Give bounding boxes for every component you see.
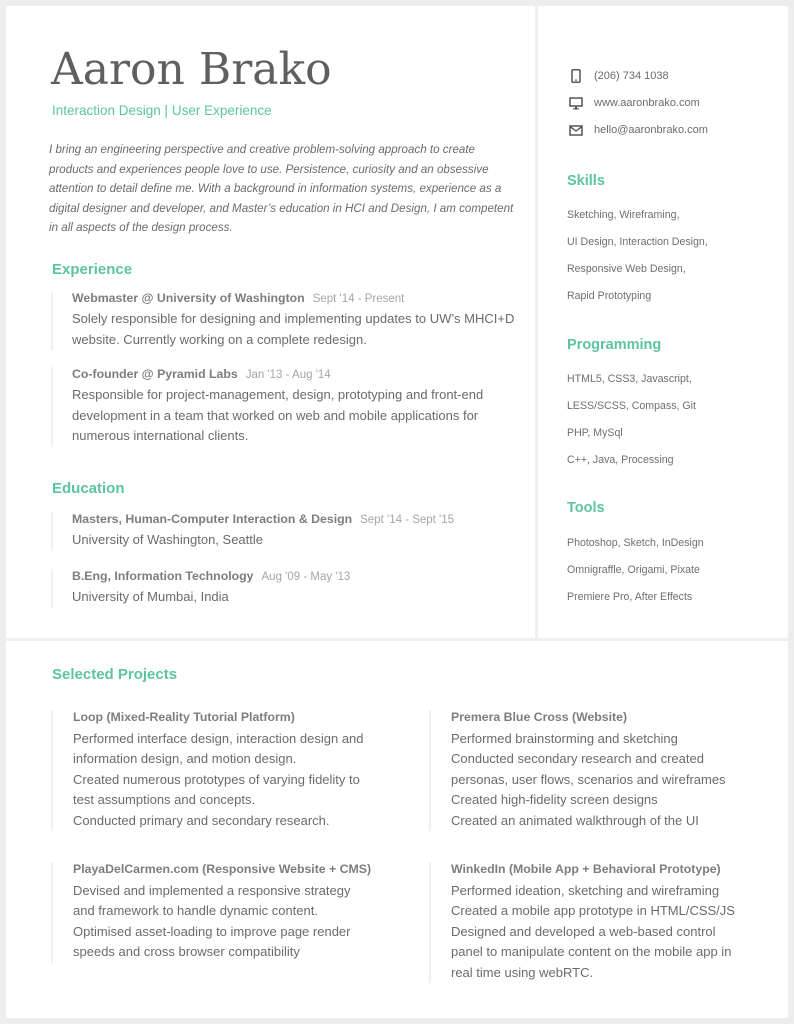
website-link[interactable]: www.aaronbrako.com [594,97,700,109]
tools-list: Photoshop, Sketch, InDesign Omnigraffle,… [567,530,704,611]
tagline: Interaction Design | User Experience [52,103,272,118]
project-line: Created an animated walkthrough of the U… [451,812,699,828]
experience-description: Responsible for project-management, desi… [72,387,484,443]
education-item: B.Eng, Information Technology Aug '09 - M… [51,569,521,608]
skill-item: Sketching, Wireframing, [567,209,680,221]
project-line: Conducted secondary research and created [451,751,704,767]
experience-dates: Jan '13 - Aug '14 [245,369,331,381]
experience-role: Co-founder @ Pyramid Labs [72,367,238,381]
main-column: Aaron Brako Interaction Design | User Ex… [6,6,535,638]
project-line: test assumptions and concepts. [73,792,256,808]
education-school: University of Washington, Seattle [72,532,263,547]
tool-item: Premiere Pro, After Effects [567,591,693,603]
candidate-name: Aaron Brako [51,44,332,95]
project-item: WinkedIn (Mobile App + Behavioral Protot… [429,862,784,984]
contact-email: hello@aaronbrako.com [569,123,708,137]
project-line: Performed brainstorming and sketching [451,731,678,746]
project-line: speeds and cross browser compatibility [73,944,300,960]
project-line: Designed and developed a web-based contr… [451,923,716,939]
project-line: panel to manipulate content on the mobil… [451,944,732,960]
project-line: Created high-fidelity screen designs [451,792,658,808]
programming-item: HTML5, CSS3, Javascript, [567,373,692,385]
tool-item: Omnigraffle, Origami, Pixate [567,564,700,576]
sidebar: (206) 734 1038 www.aaronbrako.com hello@… [538,6,788,638]
programming-list: HTML5, CSS3, Javascript, LESS/SCSS, Comp… [567,366,696,474]
skills-heading: Skills [567,173,605,189]
phone-icon [569,69,583,83]
project-line: Performed interface design, interaction … [73,731,364,746]
skill-item: Responsive Web Design, [567,263,686,275]
education-school: University of Mumbai, India [72,589,229,604]
education-dates: Aug '09 - May '13 [261,571,351,583]
project-title: PlayaDelCarmen.com (Responsive Website +… [73,862,372,876]
contact-phone: (206) 734 1038 [569,69,669,83]
email-link[interactable]: hello@aaronbrako.com [594,124,708,136]
experience-role: Webmaster @ University of Washington [72,291,305,305]
programming-heading: Programming [567,337,662,353]
project-line: Devised and implemented a responsive str… [73,883,351,898]
project-line: Created numerous prototypes of varying f… [73,771,360,787]
project-title: Premera Blue Cross (Website) [451,710,628,724]
project-item: Premera Blue Cross (Website) Performed b… [429,710,784,832]
project-line: Optimised asset-loading to improve page … [73,923,351,939]
education-heading: Education [52,480,125,497]
experience-item: Co-founder @ Pyramid Labs Jan '13 - Aug '… [51,367,521,447]
summary: I bring an engineering perspective and c… [49,143,514,234]
tool-item: Photoshop, Sketch, InDesign [567,537,704,549]
project-line: personas, user flows, scenarios and wire… [451,771,726,787]
project-line: Conducted primary and secondary research… [73,812,330,828]
monitor-icon [569,96,583,110]
project-title: WinkedIn (Mobile App + Behavioral Protot… [451,862,721,876]
project-line: Performed ideation, sketching and wirefr… [451,883,720,898]
project-item: Loop (Mixed-Reality Tutorial Platform) P… [51,710,426,832]
education-degree: Masters, Human-Computer Interaction & De… [72,512,353,526]
project-line: real time using webRTC. [451,964,594,980]
contact-website: www.aaronbrako.com [569,96,700,110]
programming-item: C++, Java, Processing [567,454,674,466]
project-line: and framework to handle dynamic content. [73,903,318,919]
project-item: PlayaDelCarmen.com (Responsive Website +… [51,862,426,963]
skill-item: UI Design, Interaction Design, [567,236,708,248]
education-dates: Sept '14 - Sept '15 [360,514,455,526]
experience-heading: Experience [52,261,133,278]
project-line: Created a mobile app prototype in HTML/C… [451,903,735,919]
tools-heading: Tools [567,500,605,516]
projects-heading: Selected Projects [52,666,178,683]
project-title: Loop (Mixed-Reality Tutorial Platform) [73,710,295,724]
experience-description: Solely responsible for designing and imp… [72,311,515,347]
phone-number[interactable]: (206) 734 1038 [594,70,669,82]
experience-item: Webmaster @ University of Washington Sept… [51,291,521,350]
skill-item: Rapid Prototyping [567,290,652,302]
projects-section: Selected Projects Loop (Mixed-Reality Tu… [6,641,788,1018]
project-line: information design, and motion design. [73,751,297,767]
skills-list: Sketching, Wireframing, UI Design, Inter… [567,202,708,310]
resume-page: Aaron Brako Interaction Design | User Ex… [6,6,788,1018]
programming-item: PHP, MySql [567,427,623,439]
experience-dates: Sept '14 - Present [312,293,405,305]
envelope-icon [569,123,583,137]
education-item: Masters, Human-Computer Interaction & De… [51,512,521,551]
programming-item: LESS/SCSS, Compass, Git [567,400,696,412]
education-degree: B.Eng, Information Technology [72,569,254,583]
